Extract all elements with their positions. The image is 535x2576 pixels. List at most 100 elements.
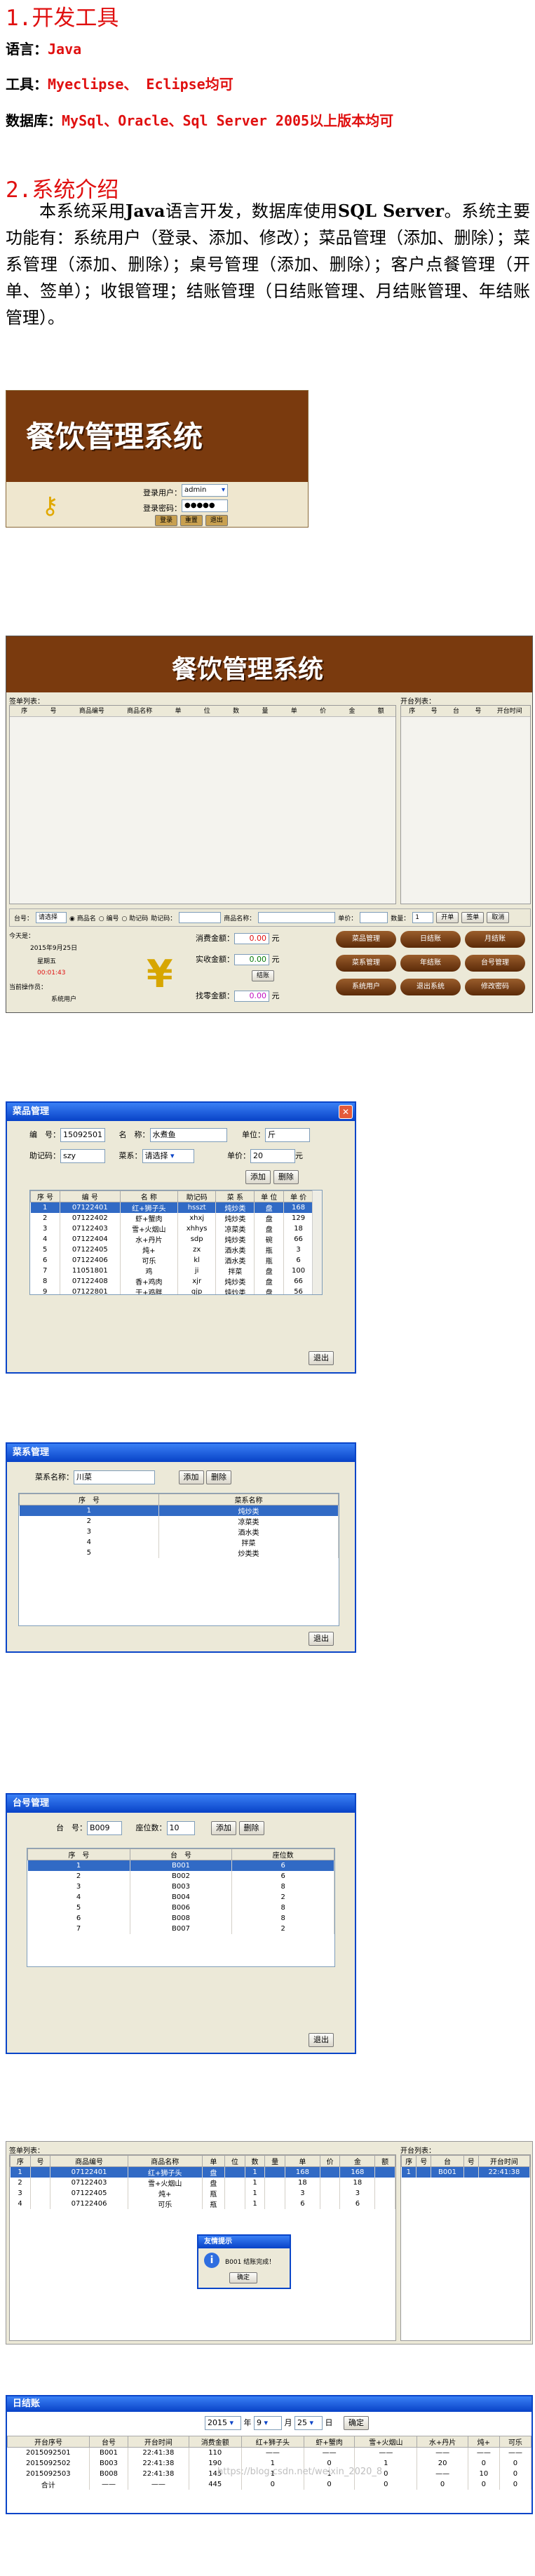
cuisine-table-row[interactable]: 4 拌菜 <box>19 1537 339 1548</box>
dish-add-button[interactable]: 添加 <box>245 1170 271 1184</box>
order-col-7: 量 <box>262 708 269 715</box>
code-input[interactable] <box>179 912 222 923</box>
tableno-table-row[interactable]: 5 B006 8 <box>27 1902 334 1913</box>
system-user-button[interactable]: 系统用户 <box>336 979 396 995</box>
dish-table-row-cell: 盘 <box>254 1202 285 1213</box>
dish-col-3: 助记码 <box>177 1190 217 1202</box>
dish-table-row[interactable]: 9 07122801 干+鸡胖 gjp 炖炒类盘 56 <box>30 1287 313 1294</box>
dish-table-row[interactable]: 7 11051801 鸡 ji 拌菜盘 100 <box>30 1266 313 1276</box>
dish-table-row[interactable]: 2 07122402 虾+蟹肉 xhxj 炖炒类盘 129 <box>30 1213 313 1223</box>
login-password-input[interactable]: ●●●●● <box>182 499 228 512</box>
exit-system-button[interactable]: 退出系统 <box>400 979 461 995</box>
cuisine-exit-button[interactable]: 退出 <box>309 1632 334 1646</box>
tableno-seats-input[interactable]: 10 <box>166 1821 195 1835</box>
cuisine-delete-button[interactable]: 删除 <box>206 1470 231 1484</box>
dish-code-input[interactable]: szy <box>60 1149 105 1163</box>
dish-delete-button[interactable]: 删除 <box>273 1170 299 1184</box>
yearly-settle-button[interactable]: 年结账 <box>400 955 461 972</box>
dish-table-row[interactable]: 6 07122406 可乐 kl 酒水类瓶 6 <box>30 1255 313 1266</box>
login-button[interactable]: 登录 <box>155 515 178 526</box>
dish-table-row[interactable]: 4 07122404 水+丹片 sdp 炖炒类碗 66 <box>30 1234 313 1245</box>
open-order-button[interactable]: 开单 <box>436 912 459 923</box>
tableno-table-row[interactable]: 4 B004 2 <box>27 1891 334 1903</box>
tableno-table-row[interactable]: 6 B008 8 <box>27 1912 334 1924</box>
dish-table-row-cell: 水+丹片 <box>120 1234 178 1245</box>
login-user-select[interactable]: admin ▾ <box>182 484 228 497</box>
tableno-delete-button[interactable]: 删除 <box>238 1821 264 1835</box>
tableno-table-row[interactable]: 2 B002 6 <box>27 1870 334 1881</box>
daily-table-row[interactable]: 2015092501 B001 22:41:38 110 —— —— —— —— —— —— <box>7 2447 531 2458</box>
daily-table-row-cell: 20 <box>417 2457 468 2469</box>
login-buttons: 登录 重置 退出 <box>155 514 228 526</box>
tableno-table-row[interactable]: 7 B007 2 <box>27 1923 334 1934</box>
cashier-order-row[interactable]: 2 07122403 雪+火烟山盘 1 18 18 <box>10 2178 395 2188</box>
tableno-table-row[interactable]: 3 B003 8 <box>27 1881 334 1892</box>
price-label: 单价： <box>338 915 358 923</box>
cuisine-table-row[interactable]: 3 酒水类 <box>19 1527 339 1537</box>
cancel-order-button[interactable]: 取消 <box>487 912 510 923</box>
operator-label: 当前操作员： <box>9 984 48 991</box>
cashier-order-row[interactable]: 3 07122405 炖+ 瓶 1 3 3 <box>10 2188 395 2199</box>
name-input[interactable] <box>258 912 336 923</box>
cuisine-add-button[interactable]: 添加 <box>178 1470 204 1484</box>
exit-button[interactable]: 退出 <box>205 515 228 526</box>
tableno-table-row[interactable]: 1 B001 6 <box>27 1860 334 1871</box>
cashier-col-8: 单 <box>285 2155 320 2167</box>
dish-table-row[interactable]: 5 07122405 炖+ zx 酒水类瓶 3 <box>30 1245 313 1255</box>
dish-table-row[interactable]: 1 07122401 红+狮子头 hsszt 炖炒类盘 168 <box>30 1202 313 1213</box>
monthly-settle-button[interactable]: 月结账 <box>465 931 525 948</box>
dish-buttons: 添加 删除 <box>245 1170 299 1184</box>
qty-input[interactable]: 1 <box>412 912 434 923</box>
dish-no-input[interactable]: 15092501 <box>60 1128 105 1142</box>
change-password-button[interactable]: 修改密码 <box>465 979 525 995</box>
cashier-open-row-cell: 22:41:38 <box>478 2166 531 2178</box>
cashier-open-col-0: 序 <box>400 2155 417 2167</box>
tableno-no-input[interactable]: B009 <box>87 1821 122 1835</box>
cashier-order-row[interactable]: 1 07122401 红+狮子头盘 1 168 168 <box>10 2166 395 2178</box>
cashier-open-row[interactable]: 1 B001 22:41:38 <box>401 2166 531 2178</box>
dish-table-row-cell: 7 <box>30 1266 60 1276</box>
sign-order-button[interactable]: 签单 <box>461 912 485 923</box>
daily-table-row[interactable]: 合计 —— —— 445 0 0 0 0 0 0 <box>7 2478 531 2490</box>
price-input[interactable] <box>360 912 388 923</box>
dish-type-select[interactable]: 请选择 ▾ <box>142 1149 194 1163</box>
cuisine-manage-button[interactable]: 菜系管理 <box>336 955 396 972</box>
dish-manage-button[interactable]: 菜品管理 <box>336 931 396 948</box>
radio-code[interactable]: ○ 助记码 <box>121 913 148 923</box>
cuisine-table-row[interactable]: 5 炒类类 <box>19 1548 339 1558</box>
dish-price-input[interactable]: 20 <box>250 1149 295 1163</box>
dish-name-input[interactable]: 水煮鱼 <box>149 1128 227 1142</box>
login-logo: 餐饮管理系统 <box>26 420 203 454</box>
month-select[interactable]: 9 ▾ <box>254 2416 282 2430</box>
tableno-add-button[interactable]: 添加 <box>211 1821 236 1835</box>
dish-table-scrollbar[interactable] <box>312 1190 322 1294</box>
daily-settle-button[interactable]: 日结账 <box>400 931 461 948</box>
close-icon[interactable]: ✕ <box>339 1105 353 1119</box>
radio-name[interactable]: ◉ 商品名 <box>69 913 96 923</box>
settle-dialog-ok-button[interactable]: 确定 <box>229 2272 258 2283</box>
paid-input[interactable]: 0.00 <box>234 954 269 965</box>
settle-button[interactable]: 结账 <box>252 970 275 981</box>
daily-table-row-cell: 0 <box>417 2478 468 2490</box>
year-select[interactable]: 2015 ▾ <box>205 2416 241 2430</box>
dish-col-5: 单 位 <box>254 1190 285 1202</box>
cashier-order-row-cell: 07122403 <box>50 2178 128 2188</box>
dish-exit-button[interactable]: 退出 <box>309 1351 334 1365</box>
dish-unit-input[interactable]: 斤 <box>265 1128 310 1142</box>
dish-table-row[interactable]: 3 07122403 雪+火烟山 xhhys 凉菜类盘 18 <box>30 1223 313 1234</box>
cashier-col-11: 额 <box>374 2155 395 2167</box>
dish-table-row[interactable]: 8 07122408 香+鸡肉 xjr 炖炒类盘 66 <box>30 1276 313 1287</box>
reset-button[interactable]: 重置 <box>180 515 203 526</box>
cuisine-table-row[interactable]: 2 凉菜类 <box>19 1516 339 1527</box>
tableno-exit-button[interactable]: 退出 <box>309 2033 334 2047</box>
cashier-open-row-cell <box>416 2166 432 2178</box>
db-value: MySql、Oracle、Sql Server 2005以上版本均可 <box>62 112 394 129</box>
cuisine-table-row[interactable]: 1 炖炒类 <box>19 1505 339 1516</box>
table-manage-button[interactable]: 台号管理 <box>465 955 525 972</box>
daily-ok-button[interactable]: 确定 <box>344 2416 369 2430</box>
cuisine-name-input[interactable]: 川菜 <box>74 1470 155 1484</box>
day-select[interactable]: 25 ▾ <box>294 2416 323 2430</box>
table-select[interactable]: 请选择 <box>36 912 67 923</box>
radio-no[interactable]: ○ 编号 <box>99 913 119 923</box>
cashier-order-row[interactable]: 4 07122406 可乐瓶 1 6 6 <box>10 2199 395 2209</box>
